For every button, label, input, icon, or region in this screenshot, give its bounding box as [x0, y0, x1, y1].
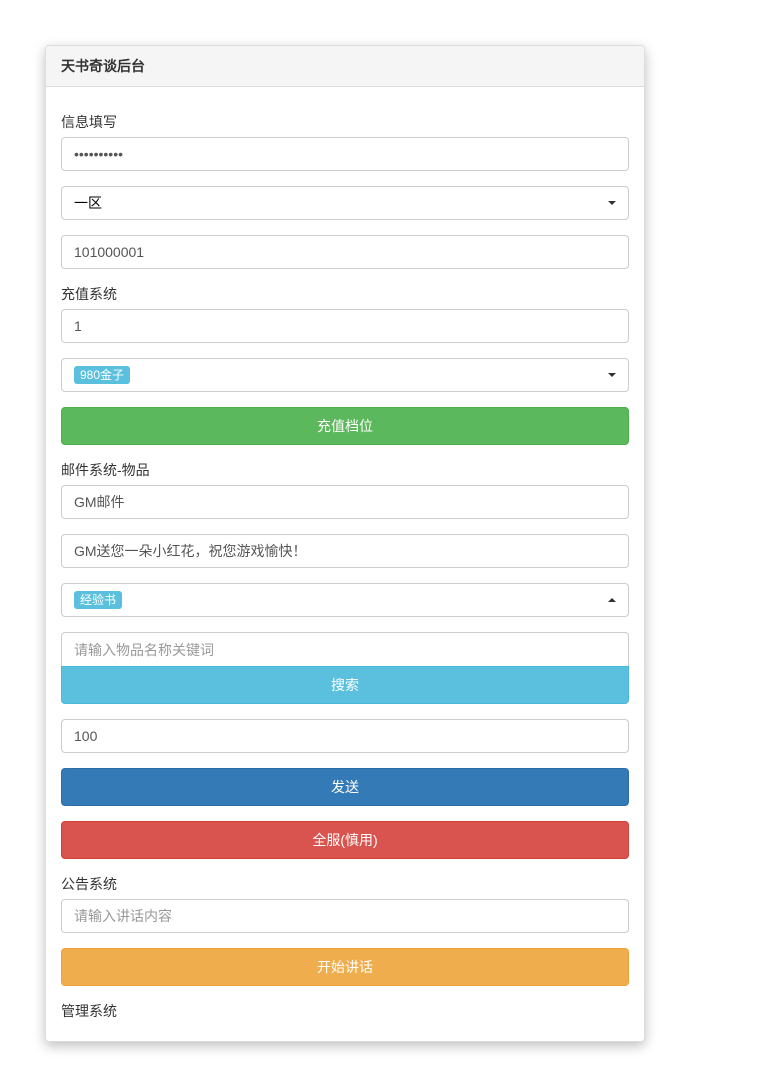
account-id-input[interactable]	[61, 235, 629, 269]
item-dropdown[interactable]: 经验书	[61, 583, 629, 617]
item-search-group: 搜索	[61, 632, 629, 704]
item-quantity-input[interactable]	[61, 719, 629, 753]
info-section-label: 信息填写	[61, 112, 629, 132]
recharge-tier-dropdown-toggle[interactable]: 980金子	[61, 358, 629, 392]
region-dropdown-toggle[interactable]: 一区	[61, 186, 629, 220]
notice-start-button[interactable]: 开始讲话	[61, 948, 629, 986]
recharge-section-label: 充值系统	[61, 284, 629, 304]
region-selected-text: 一区	[74, 193, 102, 213]
mail-section-label: 邮件系统-物品	[61, 460, 629, 480]
recharge-tier-tag: 980金子	[74, 366, 130, 385]
recharge-amount-input[interactable]	[61, 309, 629, 343]
caret-down-icon	[608, 201, 616, 205]
manage-section-label: 管理系统	[61, 1001, 629, 1021]
item-dropdown-toggle[interactable]: 经验书	[61, 583, 629, 617]
panel-body: 信息填写 一区 充值系统 980金子 充值档位 邮件系统-物品 经验书	[46, 87, 644, 1041]
recharge-tier-dropdown[interactable]: 980金子	[61, 358, 629, 392]
mail-send-button[interactable]: 发送	[61, 768, 629, 806]
recharge-submit-button[interactable]: 充值档位	[61, 407, 629, 445]
caret-down-icon	[608, 373, 616, 377]
item-selected-tag: 经验书	[74, 591, 122, 610]
caret-up-icon	[608, 598, 616, 602]
item-search-input[interactable]	[61, 632, 629, 666]
panel-title: 天书奇谈后台	[46, 46, 644, 87]
region-dropdown[interactable]: 一区	[61, 186, 629, 220]
mail-content-input[interactable]	[61, 534, 629, 568]
item-search-button[interactable]: 搜索	[61, 666, 629, 704]
password-input[interactable]	[61, 137, 629, 171]
notice-content-input[interactable]	[61, 899, 629, 933]
notice-section-label: 公告系统	[61, 874, 629, 894]
admin-panel: 天书奇谈后台 信息填写 一区 充值系统 980金子 充值档位 邮件系统-物品	[45, 45, 645, 1042]
mail-title-input[interactable]	[61, 485, 629, 519]
mail-broadcast-button[interactable]: 全服(慎用)	[61, 821, 629, 859]
